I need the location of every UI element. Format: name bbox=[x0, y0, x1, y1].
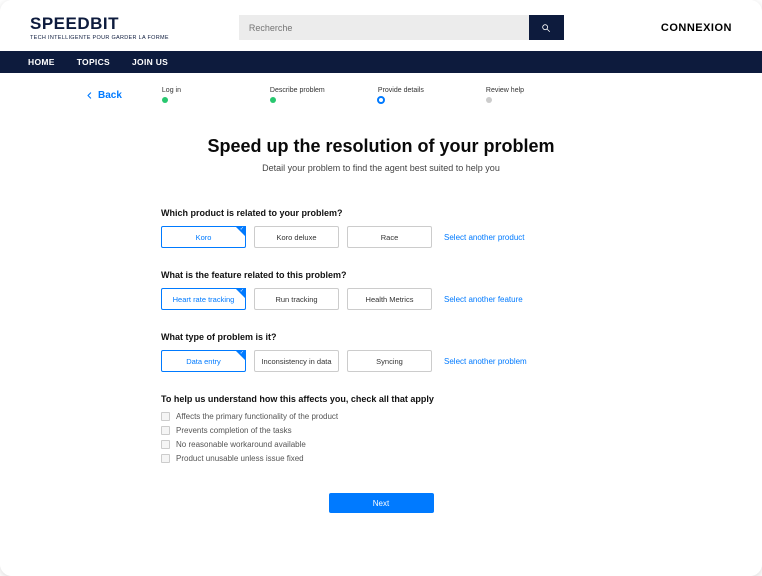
option-syncing[interactable]: Syncing bbox=[347, 350, 432, 372]
question-product-label: Which product is related to your problem… bbox=[161, 208, 601, 218]
navbar: HOME TOPICS JOIN US bbox=[0, 51, 762, 73]
step-label: Provide details bbox=[378, 87, 486, 94]
option-label: Heart rate tracking bbox=[173, 295, 235, 304]
check-label: Prevents completion of the tasks bbox=[176, 426, 292, 435]
search bbox=[239, 15, 564, 40]
header: SPEEDBIT TECH INTELLIGENTE POUR GARDER L… bbox=[0, 0, 762, 51]
question-feature-label: What is the feature related to this prob… bbox=[161, 270, 601, 280]
subheader: Back Log in Describe problem Provide det… bbox=[0, 73, 762, 104]
option-label: Race bbox=[381, 233, 399, 242]
option-label: Data entry bbox=[186, 357, 221, 366]
form: Which product is related to your problem… bbox=[161, 208, 601, 513]
back-link[interactable]: Back bbox=[85, 90, 122, 101]
check-row: Affects the primary functionality of the… bbox=[161, 412, 601, 421]
check-icon: ✓ bbox=[239, 350, 245, 356]
option-koro-deluxe[interactable]: Koro deluxe bbox=[254, 226, 339, 248]
option-heart-rate[interactable]: Heart rate tracking ✓ bbox=[161, 288, 246, 310]
select-another-product-link[interactable]: Select another product bbox=[444, 233, 525, 242]
step-dot-done-icon bbox=[162, 97, 168, 103]
nav-topics[interactable]: TOPICS bbox=[77, 57, 110, 67]
next-button[interactable]: Next bbox=[329, 493, 434, 513]
next-row: Next bbox=[161, 493, 601, 513]
question-impact-label: To help us understand how this affects y… bbox=[161, 394, 601, 404]
check-label: No reasonable workaround available bbox=[176, 440, 306, 449]
feature-options: Heart rate tracking ✓ Run tracking Health… bbox=[161, 288, 601, 310]
check-row: Product unusable unless issue fixed bbox=[161, 454, 601, 463]
brand-name: SPEEDBIT bbox=[30, 14, 169, 34]
step-label: Log in bbox=[162, 87, 270, 94]
check-row: No reasonable workaround available bbox=[161, 440, 601, 449]
step-dot-todo-icon bbox=[486, 97, 492, 103]
select-another-feature-link[interactable]: Select another feature bbox=[444, 295, 523, 304]
search-input[interactable] bbox=[239, 15, 529, 40]
option-label: Inconsistency in data bbox=[261, 357, 331, 366]
page-subtitle: Detail your problem to find the agent be… bbox=[0, 163, 762, 173]
option-label: Run tracking bbox=[275, 295, 317, 304]
nav-join-us[interactable]: JOIN US bbox=[132, 57, 168, 67]
question-type-label: What type of problem is it? bbox=[161, 332, 601, 342]
brand: SPEEDBIT TECH INTELLIGENTE POUR GARDER L… bbox=[30, 14, 169, 41]
checkbox-prevents-completion[interactable] bbox=[161, 426, 170, 435]
option-run-tracking[interactable]: Run tracking bbox=[254, 288, 339, 310]
login-link[interactable]: CONNEXION bbox=[661, 22, 732, 34]
option-label: Koro deluxe bbox=[276, 233, 316, 242]
step-label: Review help bbox=[486, 87, 524, 94]
check-row: Prevents completion of the tasks bbox=[161, 426, 601, 435]
step-review: Review help bbox=[486, 87, 524, 104]
chevron-left-icon bbox=[85, 91, 94, 100]
title-block: Speed up the resolution of your problem … bbox=[0, 136, 762, 173]
option-label: Syncing bbox=[376, 357, 403, 366]
brand-tagline: TECH INTELLIGENTE POUR GARDER LA FORME bbox=[30, 35, 169, 41]
search-button[interactable] bbox=[529, 15, 564, 40]
step-provide: Provide details bbox=[378, 87, 486, 104]
step-dot-active-icon bbox=[377, 96, 385, 104]
check-label: Affects the primary functionality of the… bbox=[176, 412, 338, 421]
check-label: Product unusable unless issue fixed bbox=[176, 454, 304, 463]
step-dot-done-icon bbox=[270, 97, 276, 103]
checkbox-unusable[interactable] bbox=[161, 454, 170, 463]
step-label: Describe problem bbox=[270, 87, 378, 94]
back-label: Back bbox=[98, 90, 122, 101]
select-another-problem-link[interactable]: Select another problem bbox=[444, 357, 527, 366]
step-login: Log in bbox=[162, 87, 270, 104]
nav-home[interactable]: HOME bbox=[28, 57, 55, 67]
search-icon bbox=[541, 23, 551, 33]
step-describe: Describe problem bbox=[270, 87, 378, 104]
stepper: Log in Describe problem Provide details … bbox=[162, 87, 524, 104]
option-label: Health Metrics bbox=[366, 295, 414, 304]
option-koro[interactable]: Koro ✓ bbox=[161, 226, 246, 248]
impact-checks: Affects the primary functionality of the… bbox=[161, 412, 601, 463]
checkbox-no-workaround[interactable] bbox=[161, 440, 170, 449]
option-data-entry[interactable]: Data entry ✓ bbox=[161, 350, 246, 372]
option-health-metrics[interactable]: Health Metrics bbox=[347, 288, 432, 310]
option-inconsistency[interactable]: Inconsistency in data bbox=[254, 350, 339, 372]
option-race[interactable]: Race bbox=[347, 226, 432, 248]
check-icon: ✓ bbox=[239, 288, 245, 294]
option-label: Koro bbox=[196, 233, 212, 242]
product-options: Koro ✓ Koro deluxe Race Select another pr… bbox=[161, 226, 601, 248]
page-title: Speed up the resolution of your problem bbox=[0, 136, 762, 157]
type-options: Data entry ✓ Inconsistency in data Syncin… bbox=[161, 350, 601, 372]
check-icon: ✓ bbox=[239, 226, 245, 232]
checkbox-primary-functionality[interactable] bbox=[161, 412, 170, 421]
